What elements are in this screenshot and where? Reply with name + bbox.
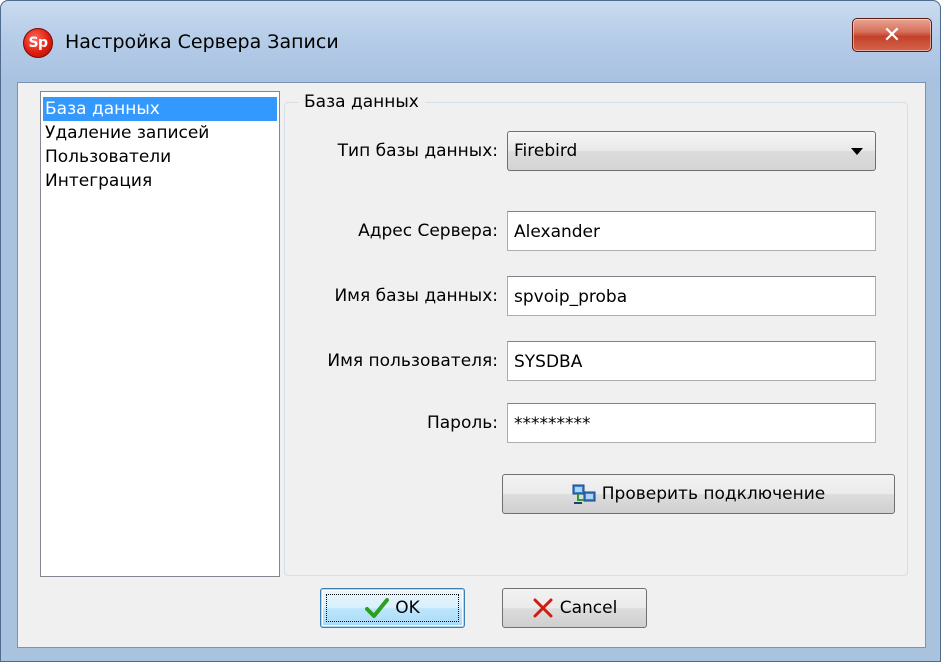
db-type-dropdown[interactable]: Firebird: [507, 131, 876, 171]
cancel-label: Cancel: [559, 598, 618, 618]
network-computers-icon: [572, 483, 596, 505]
sp-logo-icon: Sp: [23, 28, 53, 58]
server-address-input[interactable]: Alexander: [507, 211, 876, 251]
nav-item-database[interactable]: База данных: [43, 97, 277, 121]
db-type-value: Firebird: [514, 141, 578, 161]
settings-category-list[interactable]: База данных Удаление записей Пользовател…: [40, 91, 280, 577]
red-x-icon: [532, 597, 554, 619]
test-connection-button[interactable]: Проверить подключение: [502, 474, 895, 514]
database-group-caption: База данных: [298, 92, 425, 112]
db-name-value: spvoip_proba: [514, 287, 628, 307]
db-name-label: Имя базы данных:: [334, 286, 498, 306]
db-type-label: Тип базы данных:: [337, 141, 498, 161]
close-icon: ✕: [882, 22, 902, 48]
chevron-down-icon: [851, 148, 863, 155]
user-name-input[interactable]: SYSDBA: [507, 341, 876, 381]
user-name-label: Имя пользователя:: [327, 351, 498, 371]
title-bar[interactable]: Sp Настройка Сервера Записи ✕: [1, 1, 940, 83]
password-value: *********: [514, 414, 591, 434]
dialog-body: База данных Удаление записей Пользовател…: [17, 82, 926, 648]
user-name-value: SYSDBA: [514, 352, 583, 372]
server-address-value: Alexander: [514, 222, 601, 242]
db-name-input[interactable]: spvoip_proba: [507, 276, 876, 316]
test-connection-label: Проверить подключение: [601, 484, 826, 504]
nav-item-integration[interactable]: Интеграция: [43, 169, 277, 193]
server-address-label: Адрес Сервера:: [358, 221, 498, 241]
nav-item-users[interactable]: Пользователи: [43, 145, 277, 169]
ok-button[interactable]: OK: [320, 588, 465, 628]
close-button[interactable]: ✕: [852, 18, 932, 52]
password-input[interactable]: *********: [507, 403, 876, 443]
focus-ring: [326, 594, 459, 622]
password-label: Пароль:: [426, 413, 498, 433]
settings-dialog: Sp Настройка Сервера Записи ✕ База данны…: [0, 0, 941, 662]
nav-item-delete-records[interactable]: Удаление записей: [43, 121, 277, 145]
cancel-button[interactable]: Cancel: [502, 588, 647, 628]
window-title: Настройка Сервера Записи: [65, 31, 339, 53]
